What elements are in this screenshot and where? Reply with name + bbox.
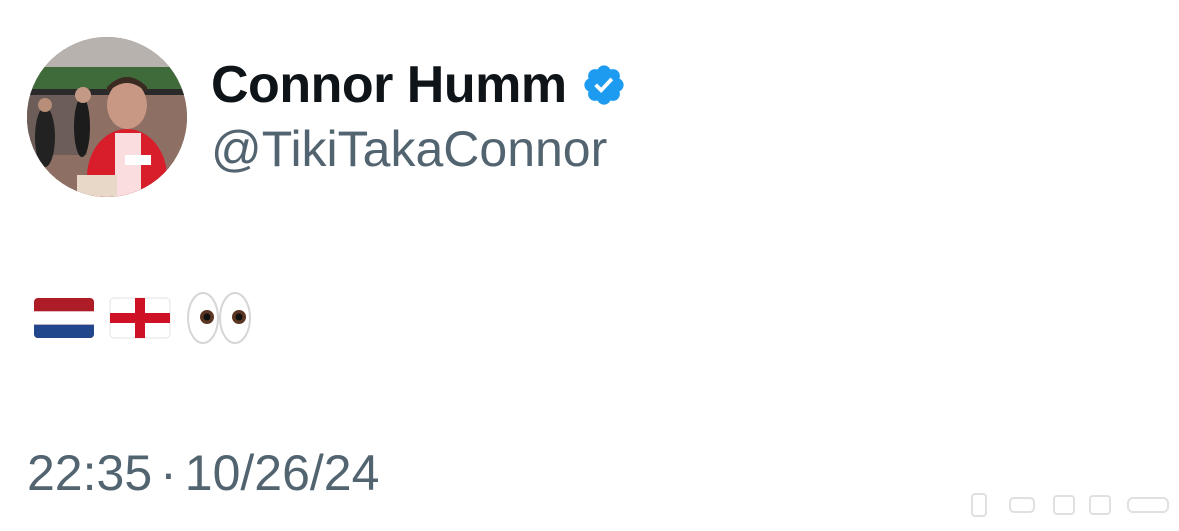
avatar[interactable] xyxy=(27,37,187,197)
verified-badge-icon[interactable] xyxy=(581,62,627,108)
netherlands-flag-icon xyxy=(33,295,95,346)
handle[interactable]: @TikiTakaConnor xyxy=(211,118,607,180)
tweet-timestamp[interactable]: 22:35 · 10/26/24 xyxy=(27,442,379,504)
display-name[interactable]: Connor Humm xyxy=(211,52,567,118)
tweet-time: 22:35 xyxy=(27,445,153,501)
england-flag-icon xyxy=(109,295,171,346)
watermark-logo xyxy=(970,484,1175,522)
eyes-icon xyxy=(185,290,253,351)
tweet: Connor Humm @TikiTakaConnor 22:35 · 10/2… xyxy=(0,0,1179,531)
tweet-date: 10/26/24 xyxy=(184,445,380,501)
tweet-text xyxy=(33,290,253,350)
author-name-row: Connor Humm xyxy=(211,52,627,118)
timestamp-separator: · xyxy=(160,445,177,501)
avatar-photo xyxy=(27,37,187,197)
